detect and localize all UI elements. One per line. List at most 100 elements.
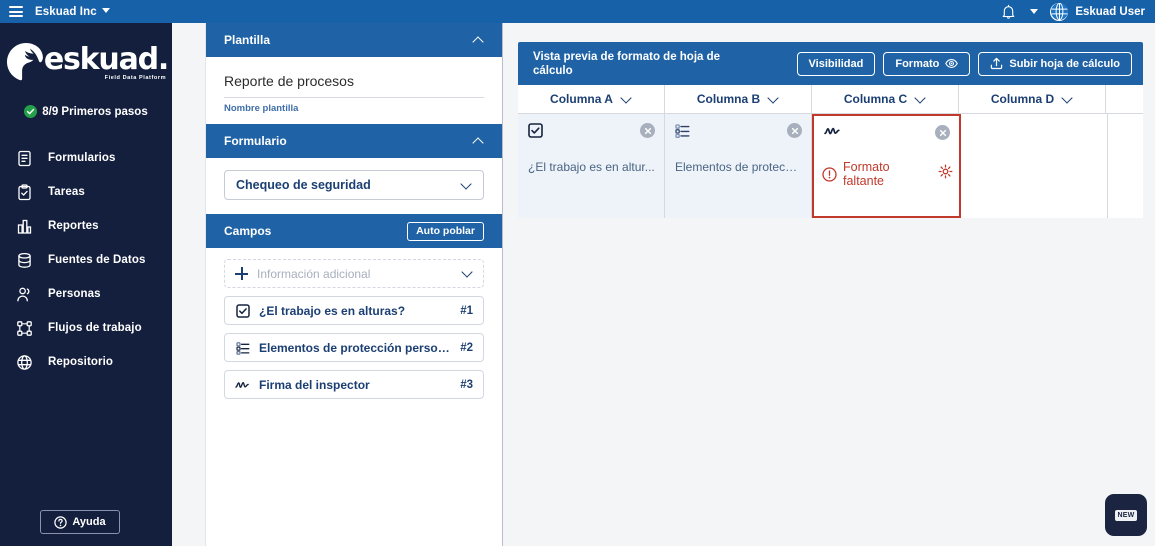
form-document-icon [15, 149, 34, 168]
onboarding-label: 8/9 Primeros pasos [42, 105, 148, 118]
format-label: Formato [895, 57, 940, 70]
chevron-up-icon[interactable] [473, 35, 484, 46]
preview-header: Vista previa de formato de hoja de cálcu… [518, 42, 1143, 85]
sidebar-item-flujos-de-trabajo[interactable]: Flujos de trabajo [0, 311, 172, 345]
column-header-label: Columna D [990, 92, 1055, 106]
list-item-index: #1 [460, 304, 473, 317]
status-badge: Formato faltante [822, 160, 953, 188]
sidebar-item-tareas[interactable]: Tareas [0, 175, 172, 209]
auto-populate-button[interactable]: Auto poblar [407, 221, 484, 241]
user-menu[interactable]: Eskuad User [1050, 2, 1145, 21]
onboarding-progress[interactable]: 8/9 Primeros pasos [0, 105, 172, 118]
sidebar-item-label: Personas [48, 288, 101, 300]
upload-label: Subir hoja de cálculo [1009, 57, 1120, 70]
template-section-title: Plantilla [224, 33, 271, 47]
column-header-c[interactable]: Columna C [812, 85, 959, 114]
preview-cells-row: ¿El trabajo es en altur... Elementos de … [518, 114, 1143, 218]
form-select-value: Chequeo de seguridad [236, 178, 371, 192]
column-header-row: Columna A Columna B Columna C Columna D [518, 85, 1143, 114]
sidebar-item-personas[interactable]: Personas [0, 277, 172, 311]
list-item[interactable]: Firma del inspector #3 [224, 370, 484, 399]
checklist-icon [675, 123, 690, 143]
upload-spreadsheet-button[interactable]: Subir hoja de cálculo [978, 51, 1132, 76]
new-widget-icon[interactable]: NEW [1105, 494, 1147, 536]
column-header-b[interactable]: Columna B [665, 85, 812, 114]
fields-section-header: Campos Auto poblar [206, 214, 502, 248]
sidebar-item-reportes[interactable]: Reportes [0, 209, 172, 243]
top-bar: Eskuad Inc Eskuad User [0, 0, 1155, 23]
alert-circle-icon [822, 166, 837, 182]
close-circle-icon[interactable] [640, 123, 655, 138]
people-icon [15, 285, 34, 304]
org-switcher[interactable]: Eskuad Inc [35, 6, 110, 18]
page-title: Vista previa de formato de hoja de cálcu… [533, 50, 721, 77]
user-name-label: Eskuad User [1075, 5, 1145, 18]
chevron-down-icon[interactable] [1030, 9, 1039, 14]
fields-list: Información adicional ¿El trabajo es en … [206, 248, 502, 399]
checkbox-icon [235, 303, 250, 318]
bell-icon[interactable] [1001, 4, 1016, 20]
preview-header-actions: Visibilidad Formato Subir hoja de cálcul… [796, 51, 1132, 76]
column-header-a[interactable]: Columna A [518, 85, 665, 114]
template-name-caption: Nombre plantilla [224, 103, 299, 114]
visibility-label: Visibilidad [808, 57, 864, 70]
signature-icon [235, 378, 250, 392]
preview-cell-text: Elementos de protecci... [675, 160, 803, 174]
help-button[interactable]: Ayuda [40, 510, 120, 534]
eye-icon [945, 59, 959, 68]
app-root: Eskuad Inc Eskuad User eskuad. Field Dat… [0, 0, 1155, 546]
globe-avatar-icon [1050, 2, 1069, 21]
chevron-up-icon[interactable] [473, 136, 484, 147]
list-item-label: ¿El trabajo es en alturas? [259, 303, 406, 318]
hamburger-icon[interactable] [9, 6, 23, 17]
sidebar-item-repositorio[interactable]: Repositorio [0, 345, 172, 379]
checklist-icon [235, 341, 250, 355]
template-name-value[interactable]: Reporte de procesos [224, 73, 484, 98]
eskuad-wolf-logo-icon [4, 41, 48, 85]
form-section-header[interactable]: Formulario [206, 124, 502, 158]
preview-cell-d[interactable] [961, 114, 1108, 218]
org-name-label: Eskuad Inc [35, 5, 97, 18]
workflow-icon [15, 319, 34, 338]
column-header-d[interactable]: Columna D [959, 85, 1106, 114]
content-gutter [172, 23, 205, 546]
clipboard-check-icon [15, 183, 34, 202]
close-circle-icon[interactable] [787, 123, 802, 138]
chevron-down-icon [621, 94, 632, 105]
logo-wordmark: eskuad [43, 41, 159, 77]
add-field-row[interactable]: Información adicional [224, 259, 484, 288]
visibility-button[interactable]: Visibilidad [796, 51, 876, 76]
form-section-body: Chequeo de seguridad [206, 158, 502, 214]
form-select[interactable]: Chequeo de seguridad [224, 170, 484, 200]
sidebar-item-formularios[interactable]: Formularios [0, 141, 172, 175]
template-section-body: Reporte de procesos Nombre plantilla [206, 57, 502, 124]
column-header-overflow[interactable] [1106, 85, 1143, 114]
template-section-header[interactable]: Plantilla [206, 23, 502, 57]
bar-chart-icon [15, 217, 34, 236]
list-item-label: Firma del inspector [259, 377, 370, 392]
form-section-title: Formulario [224, 134, 287, 148]
list-item[interactable]: Elementos de protección person... #2 [224, 333, 484, 362]
list-item[interactable]: ¿El trabajo es en alturas? #1 [224, 296, 484, 325]
logo-tagline: Field Data Platform [104, 74, 167, 81]
brand-logo: eskuad. Field Data Platform [0, 35, 172, 91]
list-item-index: #3 [460, 378, 473, 391]
plus-icon [235, 267, 248, 280]
preview-cell-a[interactable]: ¿El trabajo es en altur... [518, 114, 665, 218]
chevron-down-icon [915, 94, 926, 105]
preview-cell-overflow[interactable] [1108, 114, 1143, 218]
sidebar-item-fuentes-de-datos[interactable]: Fuentes de Datos [0, 243, 172, 277]
upload-icon [991, 57, 1003, 70]
new-badge: NEW [1114, 509, 1138, 521]
gear-icon[interactable] [938, 164, 953, 184]
preview-cell-c-error[interactable]: Formato faltante [812, 114, 961, 218]
column-header-label: Columna B [696, 92, 761, 106]
preview-cell-b[interactable]: Elementos de protecci... [665, 114, 812, 218]
column-header-label: Columna C [843, 92, 908, 106]
sidebar-item-label: Flujos de trabajo [48, 322, 142, 334]
format-button[interactable]: Formato [883, 51, 971, 76]
error-message: Formato faltante [843, 160, 890, 188]
signature-icon [824, 125, 841, 144]
config-panel: Plantilla Reporte de procesos Nombre pla… [205, 23, 503, 546]
close-circle-icon[interactable] [935, 125, 950, 140]
